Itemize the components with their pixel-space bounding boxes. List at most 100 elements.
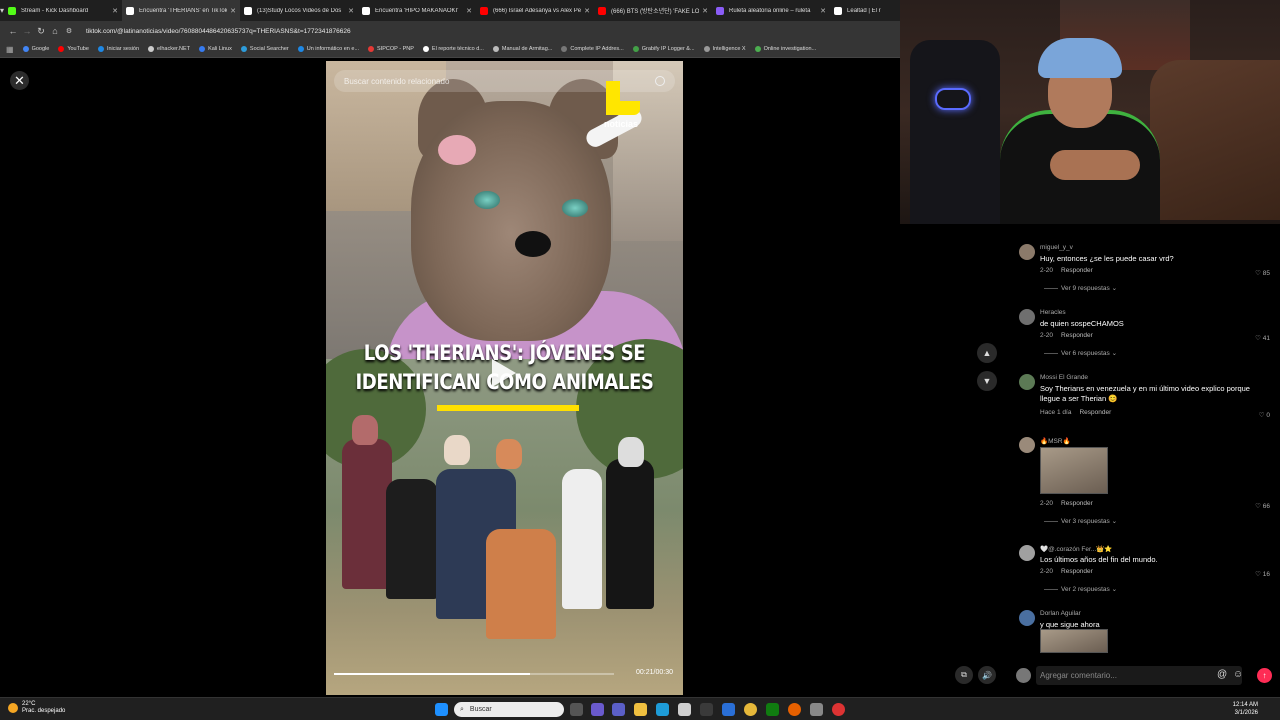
clock-time: 12:14 AM [1232,702,1258,708]
weather-widget[interactable]: 22°C Prac. despejado [8,701,65,715]
bookmark-favicon-icon [199,46,206,52]
reply-button[interactable]: Responder [1061,568,1093,575]
tab-title: Encuentra 'THERIANS' en TikTok [139,7,228,14]
apps-icon[interactable]: ▦ [6,45,14,54]
bookmark-item[interactable]: Online investigation... [754,46,816,52]
reply-button[interactable]: Responder [1061,500,1093,507]
bookmark-favicon-icon [240,46,247,52]
edge-icon[interactable] [656,703,669,716]
close-tab-icon[interactable]: ✕ [112,7,118,15]
send-icon[interactable]: ↑ [1257,668,1272,683]
comment-image[interactable] [1040,629,1108,653]
bookmark-item[interactable]: elhacker.NET [148,46,190,52]
at-icon[interactable]: @ [1217,669,1227,680]
play-icon[interactable] [492,359,516,387]
view-replies-button[interactable]: Ver 9 respuestas ⌄ [1044,284,1117,292]
volume-icon[interactable]: 🔊 [978,666,996,684]
close-tab-icon[interactable]: ✕ [584,7,590,15]
avatar[interactable] [1019,374,1035,390]
chevron-down-icon[interactable]: ▼ [977,371,997,391]
obs-icon[interactable] [832,703,845,716]
site-info-icon[interactable]: ⚙ [62,27,76,35]
comment-username[interactable]: 🤍@.corazón Fer...👑⭐ [1040,545,1112,553]
close-tab-icon[interactable]: ✕ [230,7,236,15]
like-button[interactable]: ♡ 66 [1255,502,1270,510]
browser-tab[interactable]: (666) Israel Adesanya vs Alex Pe ✕ [476,0,594,21]
browser-tab[interactable]: Ruleta aleatoria online – ruleta ✕ [712,0,830,21]
bookmark-item[interactable]: SIPCOP - PNP [368,46,414,52]
browser-tab[interactable]: (666) BTS (방탄소년단) 'FAKE LO ✕ [594,0,712,21]
clock[interactable]: 12:14 AM 3/1/2026 [1233,701,1258,717]
avatar[interactable] [1019,309,1035,325]
video-progress-bar[interactable] [334,673,614,675]
taskbar-search[interactable]: ⌕ Buscar [454,702,564,717]
floating-player-icon[interactable]: ⧉ [955,666,973,684]
reload-icon[interactable]: ↻ [34,26,48,37]
back-icon[interactable]: ← [6,26,20,36]
avatar[interactable] [1019,437,1035,453]
search-icon[interactable] [655,76,665,86]
bookmark-item[interactable]: Intelligence X [703,46,746,52]
teams-icon[interactable] [612,703,625,716]
comment-item: Dorlan Aguilar y que sigue ahora [1010,605,1272,658]
bookmark-item[interactable]: Manual de Armitag... [492,46,552,52]
comment-input[interactable]: Agregar comentario... [1036,666,1242,685]
vscode-icon[interactable] [722,703,735,716]
comment-username[interactable]: Dorlan Aguilar [1040,610,1081,617]
close-tab-icon[interactable]: ✕ [466,7,472,15]
url-text[interactable]: tiktok.com/@latinanoticias/video/7608804… [86,28,351,35]
bookmark-item[interactable]: Grabify IP Logger &... [632,46,695,52]
close-tab-icon[interactable]: ✕ [820,7,826,15]
bookmark-item[interactable]: Kali Linux [199,46,232,52]
close-icon[interactable]: ✕ [10,71,29,90]
bookmark-item[interactable]: El reporte técnico d... [422,46,484,52]
chevron-up-icon[interactable]: ▲ [977,343,997,363]
bookmark-item[interactable]: Social Searcher [240,46,289,52]
reply-button[interactable]: Responder [1061,332,1093,339]
store-icon[interactable] [678,703,691,716]
view-replies-button[interactable]: Ver 2 respuestas ⌄ [1044,585,1117,593]
home-icon[interactable]: ⌂ [48,26,62,36]
browser-tab[interactable]: Encuentra 'THERIANS' en TikTok ✕ [122,0,241,21]
avatar[interactable] [1019,244,1035,260]
comment-username[interactable]: Mossi El Grande [1040,374,1088,381]
like-button[interactable]: ♡ 41 [1255,334,1270,342]
chrome-icon[interactable] [744,703,757,716]
app-icon[interactable] [700,703,713,716]
task-view-icon[interactable] [570,703,583,716]
avatar[interactable] [1019,610,1035,626]
forward-icon[interactable]: → [20,26,34,36]
like-button[interactable]: ♡ 16 [1255,570,1270,578]
file-explorer-icon[interactable] [634,703,647,716]
windows-start-icon[interactable] [435,703,448,716]
view-replies-button[interactable]: Ver 3 respuestas ⌄ [1044,517,1117,525]
address-bar: ← → ↻ ⌂ ⚙ tiktok.com/@latinanoticias/vid… [0,21,900,41]
video-player[interactable]: Buscar contenido relacionado noticias LO… [326,61,683,695]
bookmark-item[interactable]: Google [22,46,49,52]
comment-username[interactable]: miguel_y_v [1040,244,1073,251]
video-progress-fill [334,673,530,675]
bookmark-item[interactable]: Un informático en e... [297,46,359,52]
xbox-icon[interactable] [766,703,779,716]
view-replies-button[interactable]: Ver 6 respuestas ⌄ [1044,349,1117,357]
close-tab-icon[interactable]: ✕ [702,7,708,15]
like-button[interactable]: ♡ 0 [1259,411,1270,419]
browser-tab[interactable]: Encuentra 'HIPO MAKANAOKI' ✕ [358,0,476,21]
firefox-icon[interactable] [788,703,801,716]
bookmark-item[interactable]: Iniciar sesión [97,46,139,52]
browser-tab[interactable]: Stream - Kick Dashboard ✕ [4,0,122,21]
like-button[interactable]: ♡ 85 [1255,269,1270,277]
app-icon[interactable] [810,703,823,716]
reply-button[interactable]: Responder [1079,409,1111,416]
emoji-icon[interactable]: ☺ [1233,669,1243,680]
reply-button[interactable]: Responder [1061,267,1093,274]
comment-username[interactable]: 🔥MSR🔥 [1040,437,1071,445]
comment-image[interactable] [1040,447,1108,494]
comment-username[interactable]: Heracles [1040,309,1066,316]
close-tab-icon[interactable]: ✕ [348,7,354,15]
browser-tab[interactable]: (13)Study Locos Videos de Dos ✕ [240,0,358,21]
bookmark-item[interactable]: YouTube [58,46,89,52]
copilot-icon[interactable] [591,703,604,716]
bookmark-item[interactable]: Complete IP Addres... [561,46,624,52]
avatar[interactable] [1019,545,1035,561]
